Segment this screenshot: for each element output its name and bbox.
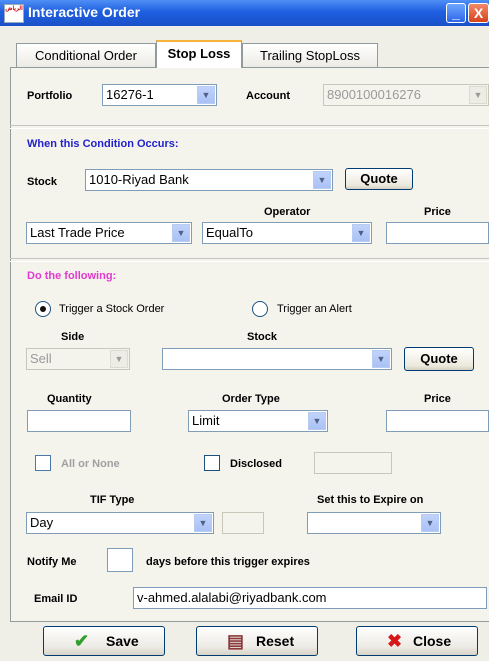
chevron-down-icon[interactable]: ▼	[469, 86, 487, 104]
condition-quote-button[interactable]: Quote	[345, 168, 413, 190]
radio-selected-dot	[40, 306, 46, 312]
window-close-button[interactable]: X	[468, 3, 489, 23]
portfolio-select[interactable]: 16276-1 ▼	[102, 84, 217, 106]
trigger-field-select[interactable]: Last Trade Price ▼	[26, 222, 192, 244]
reset-form-icon: ▤	[227, 631, 245, 651]
all-or-none-checkbox[interactable]	[35, 455, 51, 471]
portfolio-value: 16276-1	[106, 87, 154, 102]
chevron-down-icon[interactable]: ▼	[197, 86, 215, 104]
operator-value: EqualTo	[206, 225, 253, 240]
close-button-label: Close	[413, 633, 452, 649]
save-button-label: Save	[106, 633, 139, 649]
save-button[interactable]: ✔ Save	[43, 626, 165, 656]
stock-label: Stock	[27, 176, 57, 188]
chevron-down-icon[interactable]: ▼	[352, 224, 370, 242]
email-label: Email ID	[34, 593, 78, 605]
tif-type-select[interactable]: Day ▼	[26, 512, 214, 534]
order-type-value: Limit	[192, 413, 220, 428]
close-button[interactable]: ✖ Close	[356, 626, 478, 656]
account-select[interactable]: 8900100016276 ▼	[323, 84, 489, 106]
chevron-down-icon[interactable]: ▼	[194, 514, 212, 532]
close-x-icon: ✖	[387, 631, 403, 651]
tab-conditional-order[interactable]: Conditional Order	[16, 43, 156, 67]
radio-stock-order-label: Trigger a Stock Order	[59, 303, 165, 315]
condition-price-input[interactable]	[386, 222, 489, 244]
condition-stock-select[interactable]: 1010-Riyad Bank ▼	[85, 169, 333, 191]
portfolio-label: Portfolio	[27, 90, 73, 102]
divider	[10, 125, 489, 129]
action-stock-select[interactable]: ▼	[162, 348, 392, 370]
order-type-select[interactable]: Limit ▼	[188, 410, 328, 432]
chevron-down-icon[interactable]: ▼	[172, 224, 190, 242]
radio-alert-label: Trigger an Alert	[277, 303, 352, 315]
disclosed-input[interactable]	[314, 452, 392, 474]
tab-trailing-stoploss[interactable]: Trailing StopLoss	[242, 43, 378, 67]
minimize-button[interactable]: _	[446, 3, 466, 23]
side-select[interactable]: Sell ▼	[26, 348, 130, 370]
expire-label: Set this to Expire on	[317, 494, 424, 506]
side-value: Sell	[30, 351, 52, 366]
tif-days-input[interactable]	[222, 512, 264, 534]
notify-suffix-label: days before this trigger expires	[146, 556, 310, 568]
tif-type-value: Day	[30, 515, 54, 530]
checkmark-icon: ✔	[74, 631, 90, 651]
radio-alert[interactable]	[252, 301, 268, 317]
chevron-down-icon[interactable]: ▼	[313, 171, 331, 189]
action-stock-label: Stock	[247, 331, 277, 343]
expire-date-select[interactable]: ▼	[307, 512, 441, 534]
all-or-none-label: All or None	[61, 458, 120, 470]
notify-me-label: Notify Me	[27, 556, 77, 568]
condition-heading: When this Condition Occurs:	[27, 138, 179, 150]
order-panel	[10, 67, 489, 622]
action-price-input[interactable]	[386, 410, 489, 432]
tif-type-label: TIF Type	[90, 494, 135, 506]
window-title: Interactive Order	[28, 4, 141, 20]
chevron-down-icon[interactable]: ▼	[421, 514, 439, 532]
quantity-input[interactable]	[27, 410, 131, 432]
trigger-field-value: Last Trade Price	[30, 225, 125, 240]
tab-stop-loss[interactable]: Stop Loss	[156, 40, 242, 68]
app-logo-icon: الرياض	[4, 4, 24, 23]
order-type-label: Order Type	[222, 393, 280, 405]
condition-stock-value: 1010-Riyad Bank	[89, 172, 189, 187]
radio-stock-order[interactable]	[35, 301, 51, 317]
account-label: Account	[246, 90, 290, 102]
operator-select[interactable]: EqualTo ▼	[202, 222, 372, 244]
action-price-label: Price	[424, 393, 451, 405]
divider	[10, 258, 489, 262]
disclosed-checkbox[interactable]	[204, 455, 220, 471]
quantity-label: Quantity	[47, 393, 92, 405]
disclosed-label: Disclosed	[230, 458, 282, 470]
chevron-down-icon[interactable]: ▼	[110, 350, 128, 368]
condition-price-label: Price	[424, 206, 451, 218]
action-quote-button[interactable]: Quote	[404, 347, 474, 371]
chevron-down-icon[interactable]: ▼	[372, 350, 390, 368]
reset-button-label: Reset	[256, 633, 295, 649]
action-heading: Do the following:	[27, 270, 117, 282]
email-input[interactable]: v-ahmed.alalabi@riyadbank.com	[133, 587, 487, 609]
notify-days-input[interactable]	[107, 548, 133, 572]
reset-button[interactable]: ▤ Reset	[196, 626, 318, 656]
account-value: 8900100016276	[327, 87, 421, 102]
chevron-down-icon[interactable]: ▼	[308, 412, 326, 430]
operator-label: Operator	[264, 206, 311, 218]
side-label: Side	[61, 331, 85, 343]
